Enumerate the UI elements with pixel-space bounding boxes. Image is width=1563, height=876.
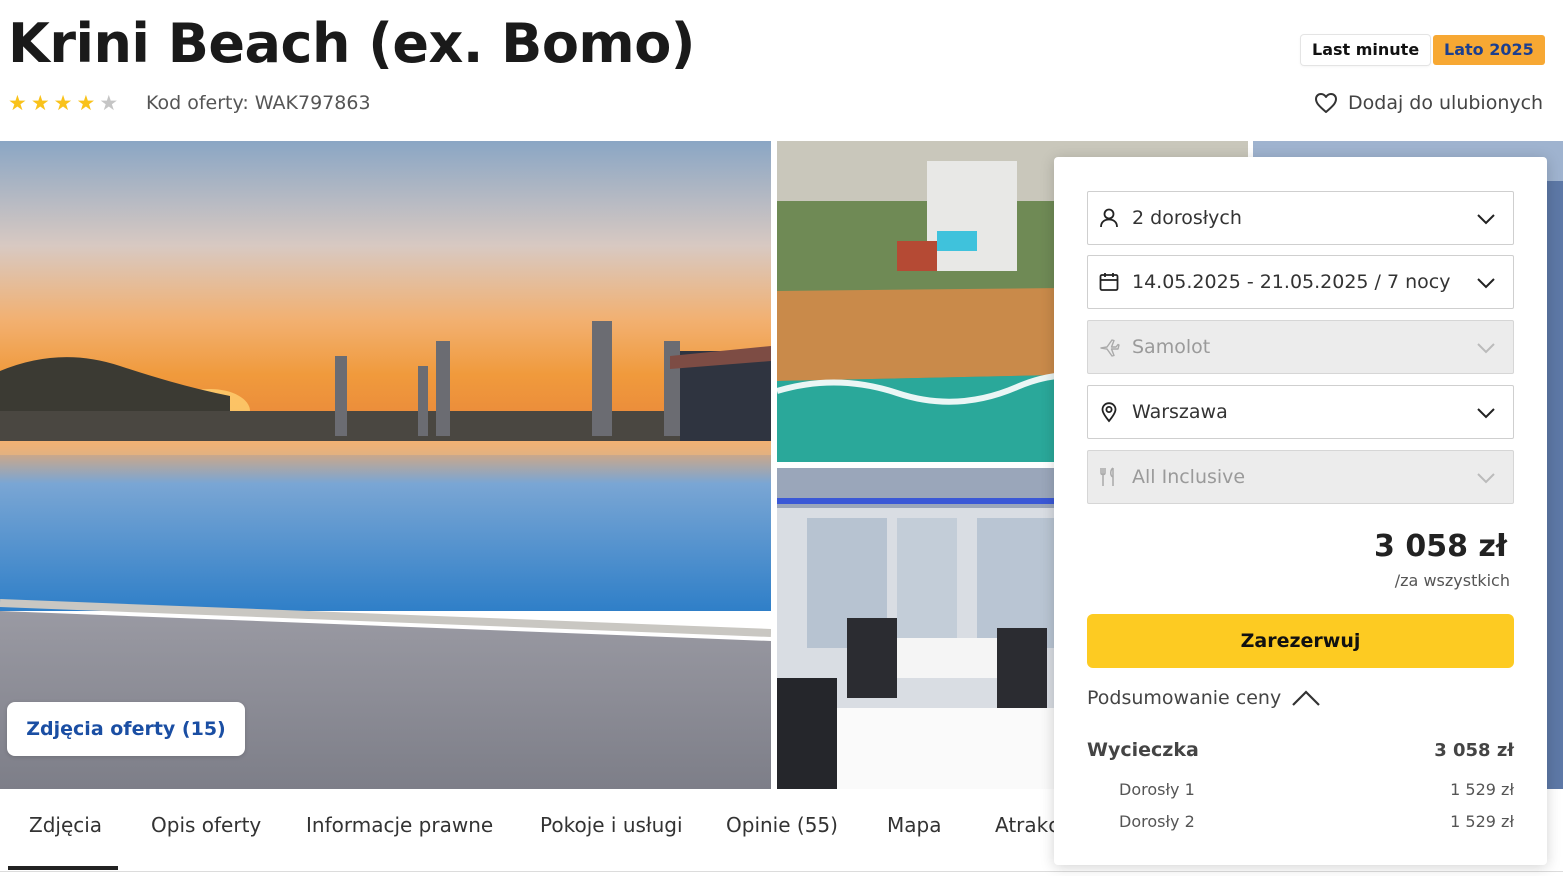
- summary-item-value: 1 529 zł: [1450, 780, 1514, 799]
- chevron-down-icon: [1477, 278, 1495, 289]
- star-empty-icon: ★: [99, 91, 119, 115]
- chevron-down-icon: [1477, 214, 1495, 225]
- chevron-down-icon: [1477, 343, 1495, 354]
- active-tab-indicator: [8, 866, 118, 870]
- board-select: All Inclusive: [1087, 450, 1514, 504]
- dates-select[interactable]: 14.05.2025 - 21.05.2025 / 7 nocy: [1087, 255, 1514, 309]
- tab-rooms-services[interactable]: Pokoje i usługi: [540, 813, 683, 837]
- favorites-label: Dodaj do ulubionych: [1348, 92, 1544, 114]
- offer-photos-button[interactable]: Zdjęcia oferty (15): [7, 702, 245, 756]
- hotel-title: Krini Beach (ex. Bomo): [8, 12, 695, 75]
- price-summary-label: Podsumowanie ceny: [1087, 687, 1282, 709]
- departure-city-value: Warszawa: [1132, 401, 1228, 423]
- travelers-select[interactable]: 2 dorosłych: [1087, 191, 1514, 245]
- star-rating: ★ ★ ★ ★ ★: [8, 92, 118, 114]
- summary-trip-label: Wycieczka: [1087, 739, 1199, 761]
- tab-reviews[interactable]: Opinie (55): [726, 813, 838, 837]
- summary-trip-value: 3 058 zł: [1434, 740, 1514, 761]
- transport-select: Samolot: [1087, 320, 1514, 374]
- reserve-button[interactable]: Zarezerwuj: [1087, 614, 1514, 668]
- plane-icon: [1098, 336, 1120, 358]
- price-note: /za wszystkich: [1394, 571, 1510, 590]
- person-icon: [1098, 207, 1120, 229]
- chevron-up-icon: [1292, 690, 1320, 706]
- board-value: All Inclusive: [1132, 466, 1246, 488]
- chevron-down-icon: [1477, 473, 1495, 484]
- star-icon: ★: [8, 91, 27, 115]
- tab-photos[interactable]: Zdjęcia: [29, 813, 102, 837]
- summary-item-label: Dorosły 2: [1119, 812, 1195, 831]
- badge-season: Lato 2025: [1433, 35, 1545, 65]
- total-price: 3 058 zł: [1374, 529, 1507, 564]
- summary-item-label: Dorosły 1: [1119, 780, 1195, 799]
- tab-description[interactable]: Opis oferty: [151, 813, 261, 837]
- tab-map[interactable]: Mapa: [887, 813, 941, 837]
- cutlery-icon: [1098, 466, 1120, 488]
- star-icon: ★: [76, 91, 96, 115]
- badge-last-minute: Last minute: [1301, 35, 1431, 65]
- tab-legal-info[interactable]: Informacje prawne: [306, 813, 493, 837]
- summary-item-value: 1 529 zł: [1450, 812, 1514, 831]
- dates-value: 14.05.2025 - 21.05.2025 / 7 nocy: [1132, 271, 1451, 293]
- gallery-main-photo[interactable]: [0, 141, 771, 789]
- calendar-icon: [1098, 271, 1120, 293]
- offer-code: Kod oferty: WAK797863: [146, 92, 371, 114]
- transport-value: Samolot: [1132, 336, 1211, 358]
- star-icon: ★: [53, 91, 73, 115]
- travelers-value: 2 dorosłych: [1132, 207, 1242, 229]
- booking-panel: 2 dorosłych 14.05.2025 - 21.05.2025 / 7 …: [1054, 157, 1547, 865]
- chevron-down-icon: [1477, 408, 1495, 419]
- sunset-pool-image: [0, 141, 771, 789]
- add-to-favorites-button[interactable]: Dodaj do ulubionych: [1314, 92, 1543, 114]
- departure-city-select[interactable]: Warszawa: [1087, 385, 1514, 439]
- heart-icon: [1315, 93, 1337, 113]
- star-icon: ★: [30, 91, 50, 115]
- location-pin-icon: [1098, 401, 1120, 423]
- price-summary-toggle[interactable]: Podsumowanie ceny: [1087, 687, 1321, 709]
